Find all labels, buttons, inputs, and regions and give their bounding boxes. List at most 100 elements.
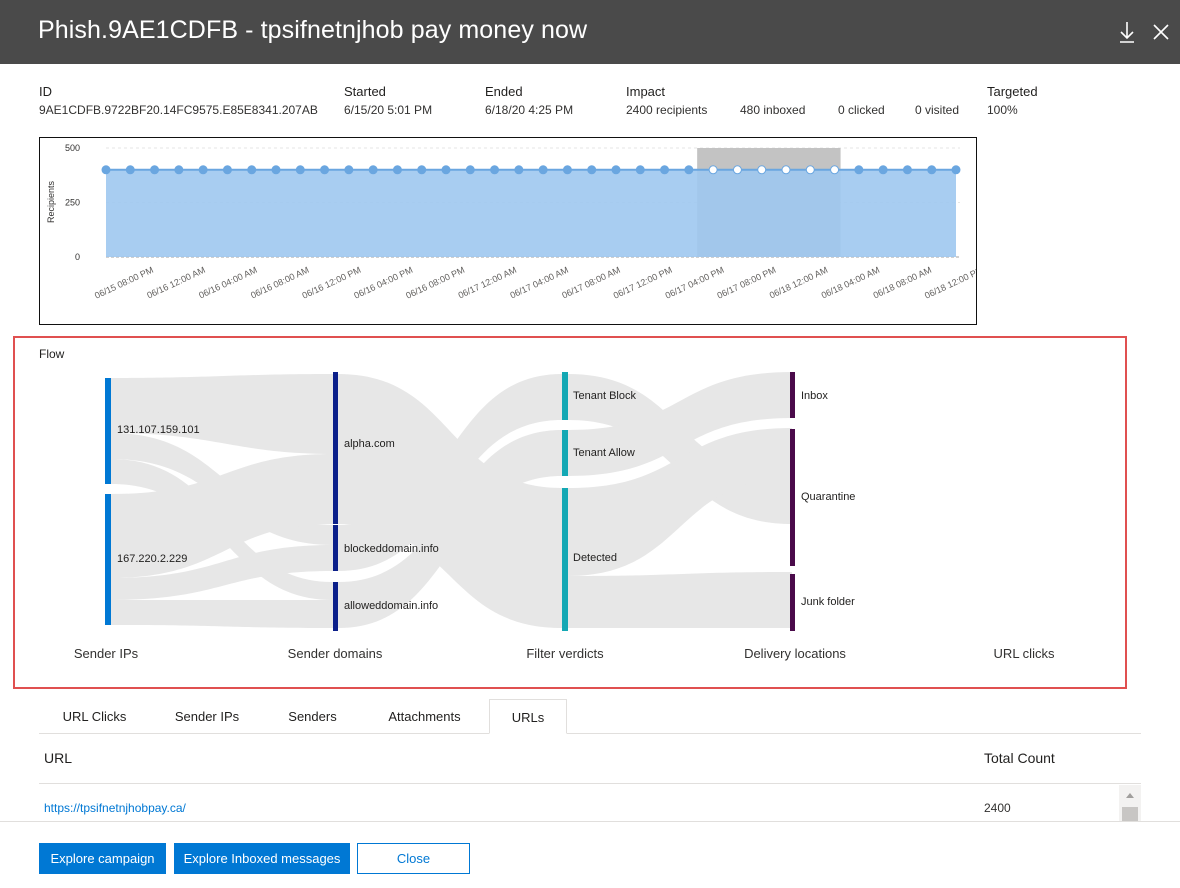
scroll-up-icon[interactable] [1119,785,1141,805]
impact-label: Impact [626,84,666,99]
col-filter-verdicts: Filter verdicts [526,646,604,661]
data-point[interactable] [902,165,912,175]
data-point[interactable] [805,165,815,175]
data-point[interactable] [295,165,305,175]
explore-inboxed-button[interactable]: Explore Inboxed messages [174,843,350,874]
data-point[interactable] [684,165,694,175]
urls-table-header: URL Total Count [39,735,1141,784]
data-point[interactable] [417,165,427,175]
label-verdict-detected: Detected [573,552,617,564]
started-label: Started [344,84,386,99]
label-domain-allowed: alloweddomain.info [344,600,438,612]
link-detected-junk [568,572,792,628]
targeted-label: Targeted [987,84,1038,99]
col-delivery-locations: Delivery locations [744,646,846,661]
explore-campaign-button[interactable]: Explore campaign [39,843,166,874]
column-header-url[interactable]: URL [44,750,72,766]
url-link[interactable]: https://tpsifnetnjhobpay.ca/ [44,801,186,815]
x-tick-label: 06/17 04:00 AM [508,265,569,301]
node-domain-allowed[interactable] [333,582,338,631]
ended-label: Ended [485,84,523,99]
tab-senders[interactable]: Senders [279,699,346,734]
data-point[interactable] [538,165,548,175]
tab-urls[interactable]: URLs [489,699,567,734]
data-point[interactable] [708,165,718,175]
data-point[interactable] [587,165,597,175]
node-ip-1[interactable] [105,378,111,484]
close-button[interactable]: Close [357,843,470,874]
data-point[interactable] [635,165,645,175]
tab-sender-ips[interactable]: Sender IPs [164,699,250,734]
data-point[interactable] [271,165,281,175]
col-sender-domains: Sender domains [287,646,383,661]
label-domain-blocked: blockeddomain.info [344,543,439,555]
impact-recipients: 2400 recipients [626,103,708,117]
node-domain-blocked[interactable] [333,525,338,571]
data-point[interactable] [174,165,184,175]
data-point[interactable] [465,165,475,175]
x-tick-label: 06/17 12:00 AM [457,265,518,301]
data-point[interactable] [854,165,864,175]
data-point[interactable] [660,165,670,175]
table-scrollbar[interactable] [1119,785,1141,821]
data-point[interactable] [392,165,402,175]
impact-inboxed: 480 inboxed [740,103,806,117]
started-block: Started 6/15/20 5:01 PM [344,84,432,117]
node-location-quarantine[interactable] [790,429,795,566]
node-verdict-detected[interactable] [562,488,568,631]
data-point[interactable] [927,165,937,175]
flow-sankey: 131.107.159.101 167.220.2.229 alpha.com … [105,372,855,631]
data-point[interactable] [514,165,524,175]
impact-clicked: 0 clicked [838,103,885,117]
label-location-inbox: Inbox [801,390,828,402]
tab-url-clicks[interactable]: URL Clicks [53,699,136,734]
x-tick-label: 06/18 12:00 AM [768,265,829,301]
impact-visited: 0 visited [915,103,960,117]
recipients-chart: Recipients 500 250 0 06/15 08:00 PM 06/16 12:… [39,137,977,325]
details-tabs: URL Clicks Sender IPs Senders Attachment… [39,699,1141,734]
node-location-junk[interactable] [790,574,795,631]
x-tick-label: 06/15 08:00 PM [93,265,155,301]
download-icon[interactable] [1114,18,1140,46]
ended-value: 6/18/20 4:25 PM [485,103,574,117]
tab-attachments[interactable]: Attachments [377,699,472,734]
data-point[interactable] [368,165,378,175]
data-point[interactable] [101,165,111,175]
data-point[interactable] [320,165,330,175]
label-ip-2: 167.220.2.229 [117,553,187,565]
scroll-thumb[interactable] [1122,807,1138,821]
data-point[interactable] [611,165,621,175]
flow-panel: Flow 131.107.159.101 167.220.2.229 alpha… [13,336,1127,689]
data-point[interactable] [781,165,791,175]
node-location-inbox[interactable] [790,372,795,418]
data-point[interactable] [757,165,767,175]
node-verdict-tenant-allow[interactable] [562,430,568,476]
table-row[interactable]: https://tpsifnetnjhobpay.ca/ 2400 [39,785,1117,821]
data-point[interactable] [951,165,961,175]
link-ip2-allowed [111,600,333,628]
started-value: 6/15/20 5:01 PM [344,103,433,117]
data-point[interactable] [878,165,888,175]
close-icon[interactable] [1148,18,1174,46]
node-ip-2[interactable] [105,494,111,625]
col-url-clicks: URL clicks [993,646,1055,661]
id-block: ID 9AE1CDFB.9722BF20.14FC9575.E85E8341.2… [39,84,318,117]
data-point[interactable] [222,165,232,175]
node-verdict-tenant-block[interactable] [562,372,568,420]
ended-block: Ended 6/18/20 4:25 PM [485,84,573,117]
column-header-total-count[interactable]: Total Count [984,750,1055,766]
id-value: 9AE1CDFB.9722BF20.14FC9575.E85E8341.207A… [39,103,318,117]
targeted-value: 100% [987,103,1018,117]
data-point[interactable] [490,165,500,175]
data-point[interactable] [150,165,160,175]
data-point[interactable] [830,165,840,175]
data-point[interactable] [125,165,135,175]
data-point[interactable] [562,165,572,175]
recipients-chart-svg: Recipients 500 250 0 06/15 08:00 PM06/16 12:… [46,143,976,301]
data-point[interactable] [732,165,742,175]
data-point[interactable] [247,165,257,175]
data-point[interactable] [441,165,451,175]
data-point[interactable] [198,165,208,175]
node-domain-alpha[interactable] [333,372,338,524]
data-point[interactable] [344,165,354,175]
